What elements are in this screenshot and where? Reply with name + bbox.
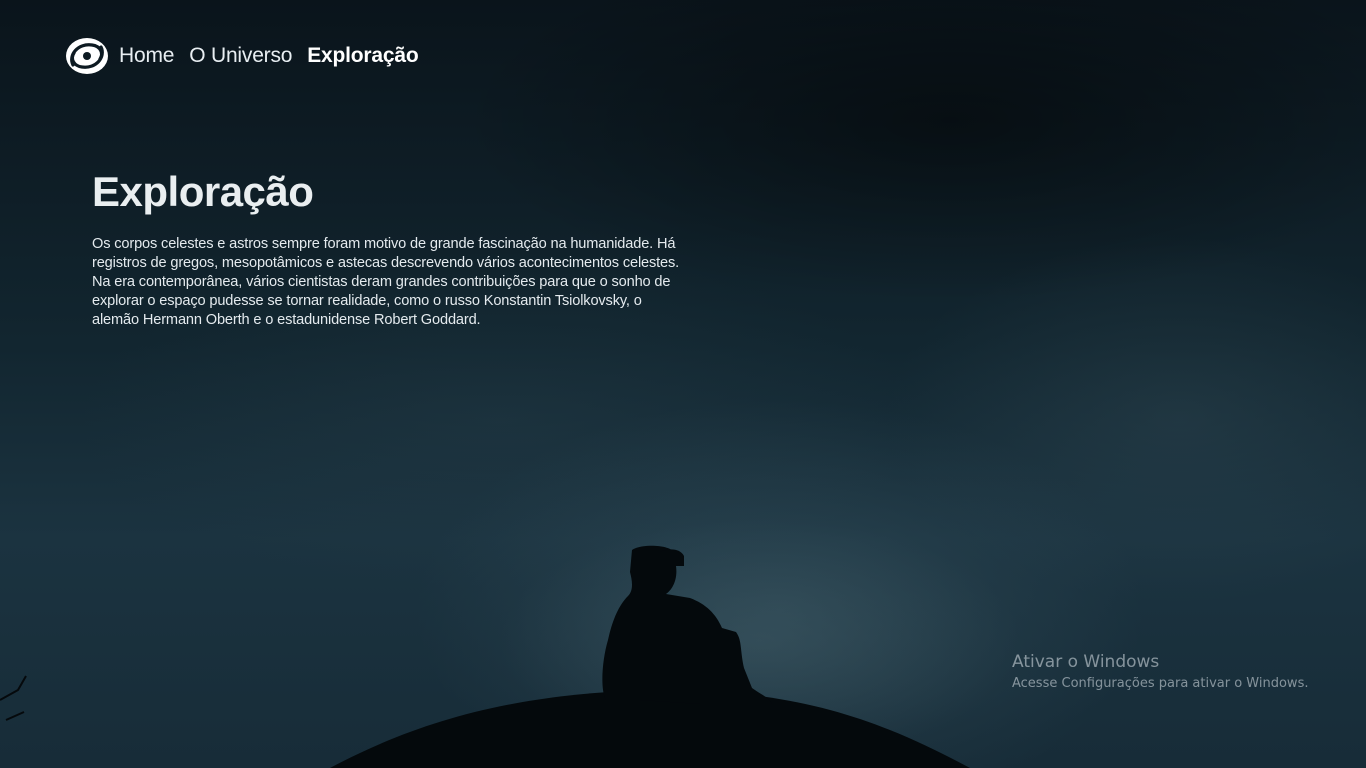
nav-link-home[interactable]: Home bbox=[119, 44, 174, 68]
page: Home O Universo Exploração Exploração Os… bbox=[0, 0, 1366, 768]
nav-link-exploracao[interactable]: Exploração bbox=[307, 44, 418, 68]
watermark-subtitle: Acesse Configurações para ativar o Windo… bbox=[1012, 676, 1309, 691]
page-description: Os corpos celestes e astros sempre foram… bbox=[92, 236, 680, 328]
swirl-logo-icon[interactable] bbox=[64, 35, 110, 77]
main-content: Exploração Os corpos celestes e astros s… bbox=[92, 166, 682, 330]
page-title: Exploração bbox=[92, 168, 314, 215]
navbar: Home O Universo Exploração bbox=[64, 34, 433, 78]
nav-link-o-universo[interactable]: O Universo bbox=[189, 44, 292, 68]
watermark-title: Ativar o Windows bbox=[1012, 652, 1160, 672]
windows-activation-watermark: Ativar o Windows Acesse Configurações pa… bbox=[1012, 650, 1308, 694]
